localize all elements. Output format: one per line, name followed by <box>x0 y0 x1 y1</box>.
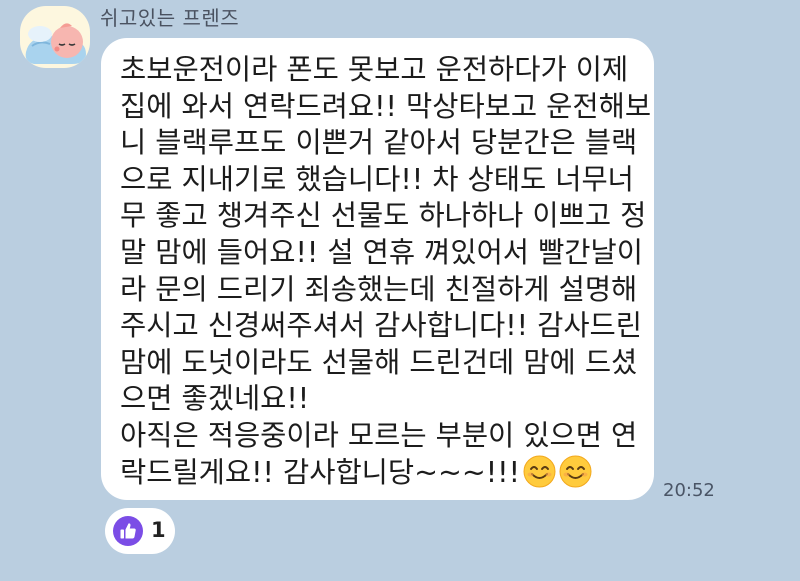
thumbs-up-icon <box>113 516 143 546</box>
message-line: 라 문의 드리기 죄송했는데 친절하게 설명해 <box>120 272 638 306</box>
sender-name: 쉬고있는 프렌즈 <box>100 6 240 30</box>
message-line: 무 좋고 챙겨주신 선물도 하나하나 이쁘고 정 <box>120 199 647 233</box>
sleeping-apeach-avatar-icon <box>25 23 86 64</box>
message-bubble[interactable]: 초보운전이라 폰도 못보고 운전하다가 이제 집에 와서 연락드려요!! 막상타… <box>101 38 654 500</box>
sender-avatar[interactable] <box>20 6 90 68</box>
smiling-face-emoji <box>523 455 556 488</box>
message-line: 말 맘에 들어요!! 설 연휴 껴있어서 빨간날이 <box>120 235 643 269</box>
smiling-face-emoji <box>559 455 592 488</box>
message-line: 으로 지내기로 했습니다!! 차 상태도 너무너 <box>120 162 634 196</box>
like-reaction-button[interactable]: 1 <box>105 508 175 554</box>
message-line: 락드릴게요!! 감사합니당~~~!!! <box>120 455 521 489</box>
message-line: 으면 좋겠네요!! <box>120 382 310 416</box>
message-line: 초보운전이라 폰도 못보고 운전하다가 이제 <box>120 53 629 86</box>
message-timestamp: 20:52 <box>663 480 715 501</box>
message-line: 아직은 적응중이라 모르는 부분이 있으면 연 <box>120 418 638 452</box>
message-line: 니 블랙루프도 이쁜거 같아서 당분간은 블랙 <box>120 126 638 160</box>
message-line: 주시고 신경써주셔서 감사합니다!! 감사드린 <box>120 309 642 343</box>
message-line: 집에 와서 연락드려요!! 막상타보고 운전해보 <box>120 89 652 123</box>
message-text: 초보운전이라 폰도 못보고 운전하다가 이제 집에 와서 연락드려요!! 막상타… <box>120 52 652 491</box>
reaction-count: 1 <box>151 518 166 542</box>
message-line: 맘에 도넛이라도 선물해 드린건데 맘에 드셨 <box>120 345 638 379</box>
